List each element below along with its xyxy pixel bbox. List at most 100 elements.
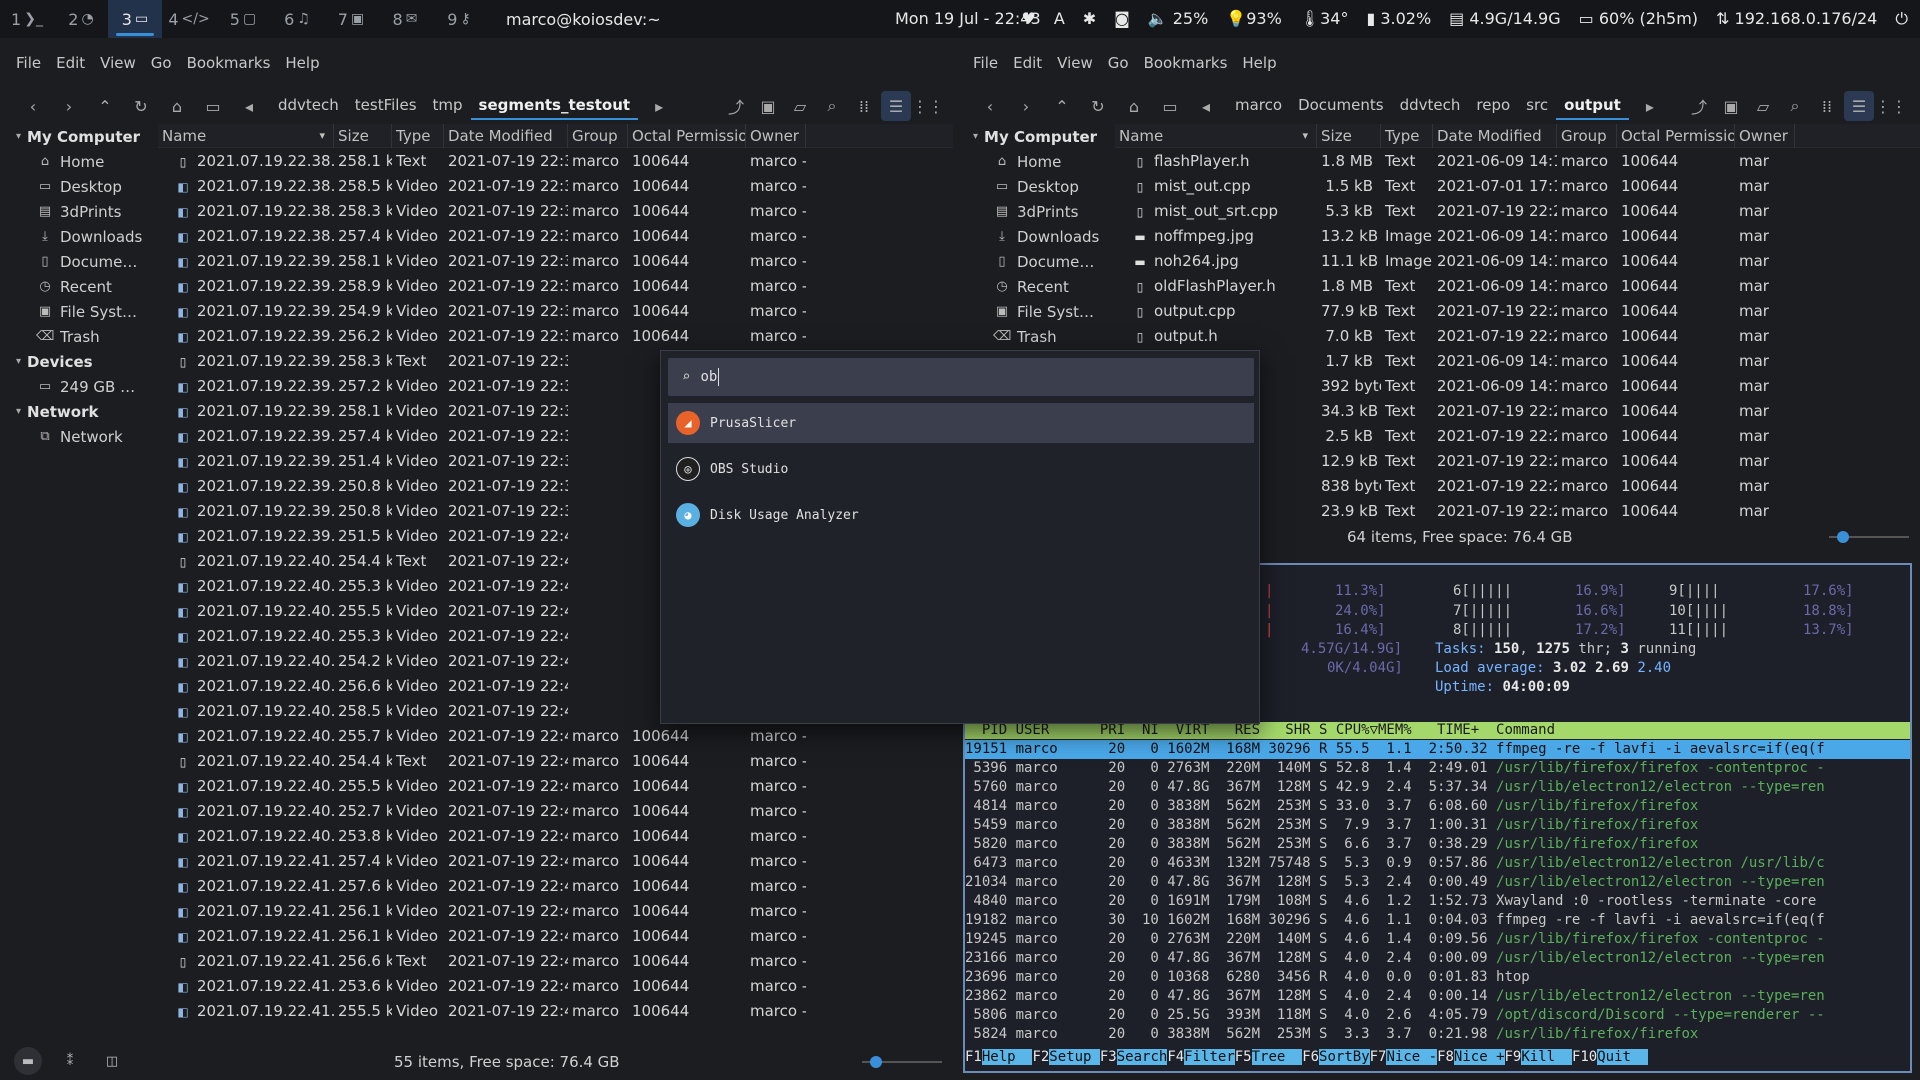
hide-sidebar-icon[interactable]: ◫ xyxy=(98,1047,126,1075)
compact-view-icon[interactable]: ⋮⋮ xyxy=(912,91,944,121)
tray-item[interactable]: ✱ xyxy=(1083,9,1096,29)
menu-file[interactable]: File xyxy=(16,54,41,72)
sidebar-item[interactable]: ⌫ Trash xyxy=(0,324,150,349)
column-header[interactable]: Size xyxy=(1317,124,1381,148)
table-row[interactable]: ▯ flashPlayer.h 1.8 MB Text 2021-06-09 14:16… xyxy=(1115,148,1920,173)
tray-item[interactable]: ▮ 3.02% xyxy=(1366,9,1431,29)
home-icon[interactable]: ⌂ xyxy=(162,91,192,121)
fkey-f4[interactable]: F4Filter xyxy=(1167,1049,1235,1065)
tree-toggle-icon[interactable]: ⁑ xyxy=(56,1047,84,1075)
menu-go[interactable]: Go xyxy=(151,54,172,72)
tray-item[interactable]: ▭ 60% (2h5m) xyxy=(1579,9,1698,29)
sidebar-item[interactable]: ▤ 3dPrints xyxy=(0,199,150,224)
breadcrumb-item[interactable]: marco xyxy=(1227,92,1290,120)
fkey-f9[interactable]: F9Kill xyxy=(1505,1049,1572,1065)
new-folder-icon[interactable]: ▱ xyxy=(1748,91,1778,121)
up-icon[interactable]: ⌃ xyxy=(90,91,120,121)
process-row[interactable]: 4840 marco 20 0 1691M 179M 108M S 4.6 1.… xyxy=(965,892,1910,911)
table-row[interactable]: ▯ 2021.07.19.22.38.45.ts258.1 kBText 2021-… xyxy=(158,148,953,173)
column-header[interactable]: Group xyxy=(568,124,628,148)
menu-help[interactable]: Help xyxy=(1242,54,1276,72)
table-row[interactable]: ◧ 2021.07.19.22.39.09.ts258.9 kBVideo 2021… xyxy=(158,273,953,298)
sidebar-item[interactable]: ⤓ Downloads xyxy=(957,224,1107,249)
table-row[interactable]: ◧ 2021.07.19.22.40.54.ts252.7 kBVideo 2021… xyxy=(158,798,953,823)
process-row[interactable]: 4814 marco 20 0 3838M 562M 253M S 33.0 3… xyxy=(965,797,1910,816)
table-row[interactable]: ◧ 2021.07.19.22.40.39.ts255.7 kBVideo 2021… xyxy=(158,723,953,748)
breadcrumb-left-icon[interactable]: ◂ xyxy=(1191,91,1221,121)
table-row[interactable]: ▯output.h7.0 kBText2021-07-19 22:29:09ma… xyxy=(1115,323,1920,348)
tray-item[interactable]: ♥ xyxy=(1021,9,1035,29)
computer-icon[interactable]: ▭ xyxy=(1155,91,1185,121)
sidebar-item[interactable]: ⌂ Home xyxy=(957,149,1107,174)
sidebar-section-devices[interactable]: ▾ Devices xyxy=(0,349,150,374)
process-header[interactable]: PID USER PRI NI VIRT RES SHR S CPU%▽MEM%… xyxy=(965,722,1910,739)
workspace-2[interactable]: 2 ◔ xyxy=(54,0,108,38)
fkey-f8[interactable]: F8Nice + xyxy=(1437,1049,1505,1065)
forward-icon[interactable]: › xyxy=(54,91,84,121)
process-row[interactable]: 5806 marco 20 0 25.5G 393M 118M S 4.0 2.… xyxy=(965,1006,1910,1025)
sidebar-section-my-computer[interactable]: ▾ My Computer xyxy=(957,124,1107,149)
table-row[interactable]: ◧ 2021.07.19.22.41.29.ts253.6 kBVideo 2021… xyxy=(158,973,953,998)
breadcrumb-item[interactable]: Documents xyxy=(1290,92,1392,120)
column-header[interactable]: Octal Permissions xyxy=(628,124,746,148)
table-row[interactable]: ◧ 2021.07.19.22.39.19.ts256.2 kBVideo 2021… xyxy=(158,323,953,348)
process-row[interactable]: 21034 marco 20 0 47.8G 367M 128M S 5.3 2… xyxy=(965,873,1910,892)
process-row[interactable]: 23696 marco 20 0 10368 6280 3456 R 4.0 0… xyxy=(965,968,1910,987)
sidebar-item[interactable]: ▯ Docume… xyxy=(957,249,1107,274)
sidebar-item[interactable]: ▣ File Syst… xyxy=(957,299,1107,324)
open-terminal-icon[interactable]: ⤴ xyxy=(721,91,751,121)
reload-icon[interactable]: ↻ xyxy=(1083,91,1113,121)
workspace-3[interactable]: 3 ▭ xyxy=(108,0,162,38)
sidebar-item[interactable]: ⤓ Downloads xyxy=(0,224,150,249)
table-row[interactable]: ▯ 2021.07.19.22.40.44.ts254.4 kBText 2021-… xyxy=(158,748,953,773)
new-folder-icon[interactable]: ▱ xyxy=(785,91,815,121)
launcher-result[interactable]: ◢ PrusaSlicer xyxy=(668,403,1254,443)
workspace-6[interactable]: 6 ♫ xyxy=(270,0,324,38)
places-toggle-icon[interactable]: ▬ xyxy=(14,1047,42,1075)
menu-view[interactable]: View xyxy=(1057,54,1093,72)
table-row[interactable]: ◧ 2021.07.19.22.39.04.ts258.1 kBVideo 2021… xyxy=(158,248,953,273)
open-terminal-icon[interactable]: ⤴ xyxy=(1684,91,1714,121)
menu-file[interactable]: File xyxy=(973,54,998,72)
table-row[interactable]: ◧ 2021.07.19.22.38.59.ts257.4 kBVideo 2021… xyxy=(158,223,953,248)
column-header[interactable]: Group xyxy=(1557,124,1617,148)
zoom-slider-knob[interactable] xyxy=(870,1056,882,1068)
table-row[interactable]: ◧ 2021.07.19.22.39.14.ts254.9 kBVideo 2021… xyxy=(158,298,953,323)
breadcrumb-right-icon[interactable]: ▸ xyxy=(644,91,674,121)
breadcrumb-item[interactable]: ddvtech xyxy=(1392,92,1469,120)
tray-item[interactable]: 🌡34° xyxy=(1300,9,1349,29)
zoom-slider-knob[interactable] xyxy=(1837,531,1849,543)
fkey-f7[interactable]: F7Nice - xyxy=(1370,1049,1438,1065)
reload-icon[interactable]: ↻ xyxy=(126,91,156,121)
tray-item[interactable]: 💡93% xyxy=(1226,9,1281,29)
breadcrumb-item[interactable]: output xyxy=(1556,92,1629,120)
icon-view-icon[interactable]: ⁞⁞ xyxy=(849,91,879,121)
process-row[interactable]: 23862 marco 20 0 47.8G 367M 128M S 4.0 2… xyxy=(965,987,1910,1006)
table-row[interactable]: ◧ 2021.07.19.22.38.54.ts258.3 kBVideo 2021… xyxy=(158,198,953,223)
fkey-f1[interactable]: F1Help xyxy=(965,1049,1033,1065)
compact-view-icon[interactable]: ⋮⋮ xyxy=(1875,91,1907,121)
sidebar-item[interactable]: ◷ Recent xyxy=(957,274,1107,299)
sidebar-item[interactable]: ▤ 3dPrints xyxy=(957,199,1107,224)
menu-go[interactable]: Go xyxy=(1108,54,1129,72)
table-row[interactable]: ▯ 2021.07.19.22.41.24.ts256.6 kBText 2021-… xyxy=(158,948,953,973)
process-row[interactable]: 5396 marco 20 0 2763M 220M 140M S 52.8 1… xyxy=(965,759,1910,778)
table-row[interactable]: ▯ oldFlashPlayer.h 1.8 MB Text 2021-06-09 14… xyxy=(1115,273,1920,298)
menu-bookmarks[interactable]: Bookmarks xyxy=(187,54,271,72)
sidebar-section-my-computer[interactable]: ▾ My Computer xyxy=(0,124,150,149)
process-row[interactable]: 19151 marco 20 0 1602M 168M 30296 R 55.5… xyxy=(965,740,1910,759)
sidebar-item[interactable]: ⌫ Trash xyxy=(957,324,1107,349)
fkey-f5[interactable]: F5Tree xyxy=(1235,1049,1303,1065)
process-row[interactable]: 6473 marco 20 0 4633M 132M 75748 S 5.3 0… xyxy=(965,854,1910,873)
table-row[interactable]: ▯ mist_out_srt.cpp 5.3 kB Text 2021-07-19 22… xyxy=(1115,198,1920,223)
tray-item[interactable]: ⇅ 192.168.0.176/24 xyxy=(1716,9,1877,29)
menu-help[interactable]: Help xyxy=(285,54,319,72)
column-header[interactable]: Size xyxy=(334,124,392,148)
column-header[interactable]: Owner xyxy=(1735,124,1795,148)
sidebar-item[interactable]: ▭ 249 GB … xyxy=(0,374,150,399)
table-row[interactable]: ▬ noffmpeg.jpg 13.2 kB Image 2021-06-09 14:1… xyxy=(1115,223,1920,248)
menu-edit[interactable]: Edit xyxy=(1013,54,1042,72)
column-header[interactable]: Date Modified xyxy=(1433,124,1557,148)
collapse-triangle-icon[interactable]: ▾ xyxy=(973,131,978,142)
back-icon[interactable]: ‹ xyxy=(975,91,1005,121)
